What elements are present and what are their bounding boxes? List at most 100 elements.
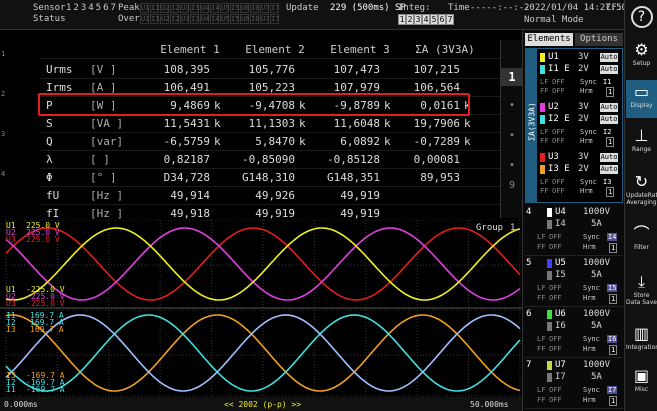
left-tab-item[interactable]: 4: [1, 170, 5, 178]
left-tab-item[interactable]: 2: [1, 90, 5, 98]
sync-source[interactable]: I5: [607, 284, 618, 292]
cell-value: 107,473: [333, 63, 380, 76]
integ-number: 5: [430, 14, 438, 25]
tab-elements[interactable]: Elements: [525, 33, 573, 46]
i-range: 5A: [591, 270, 602, 280]
page-scroll-column[interactable]: 1 • • • 9: [500, 40, 523, 218]
left-tab-item[interactable]: 1: [1, 50, 5, 58]
element-4-settings[interactable]: 4 U4 1000V I4 5A LF OFF FF OFF Sync I4 Hrm 1: [525, 206, 623, 256]
u-color-swatch: [540, 103, 545, 112]
element-group-sigma[interactable]: ΣA(3V3A) U1 3V Auto I1 E 2V Auto LF OFF FF OFF Syn…: [525, 48, 623, 203]
integ-label: Integ:: [398, 3, 431, 13]
lf-value: OFF: [549, 386, 562, 394]
update-rate-button[interactable]: ↻UpdateRate Averaging: [626, 170, 657, 208]
store-label: Store Data Save: [626, 292, 657, 306]
u-scale-value: 225.0 V: [26, 235, 60, 244]
lf-label: LF: [537, 335, 546, 343]
setup-label: Setup: [632, 60, 651, 67]
lf-label: LF: [540, 128, 549, 136]
display-button[interactable]: ▭ Display: [626, 80, 657, 118]
sync-source[interactable]: I6: [607, 335, 618, 343]
i-scale-name: I1: [6, 385, 16, 394]
row-label: S: [46, 117, 53, 130]
hrm-value[interactable]: 1: [606, 87, 615, 97]
peak-indicator: I4: [210, 3, 220, 13]
i-auto-button[interactable]: Auto: [600, 165, 618, 174]
lf-label: LF: [540, 178, 549, 186]
u-label: U4: [555, 207, 566, 217]
cell-value: 89,953: [420, 171, 460, 184]
over-indicator: I6: [250, 14, 260, 24]
page-dot: •: [508, 160, 516, 171]
integ-numbers: 1234567: [398, 14, 454, 25]
hrm-label: Hrm: [580, 137, 593, 145]
hrm-value[interactable]: 1: [606, 187, 615, 197]
element-6-settings[interactable]: 6 U6 1000V I6 5A LF OFF FF OFF Sync I6 Hrm 1: [525, 308, 623, 358]
sync-source[interactable]: I3: [603, 178, 611, 186]
status-label: Status: [33, 14, 66, 24]
u-range: 1000V: [583, 360, 611, 370]
hrm-value[interactable]: 1: [606, 137, 615, 147]
help-button[interactable]: ?: [626, 2, 657, 34]
u-color-swatch: [547, 259, 552, 268]
filter-button[interactable]: ⌒ Filter: [626, 222, 657, 260]
peak-label: Peak: [118, 3, 140, 13]
hrm-value[interactable]: 1: [609, 345, 618, 355]
row-unit: [V ]: [90, 63, 117, 76]
element-1-settings[interactable]: U1 3V Auto I1 E 2V Auto LF OFF FF OFF Sync I1 Hrm 1: [538, 51, 622, 99]
element-number: 7: [526, 360, 532, 370]
peak-indicator: I7: [270, 3, 280, 13]
header-element-1: Element 1: [160, 43, 220, 56]
page-last[interactable]: 9: [501, 180, 523, 191]
element-7-settings[interactable]: 7 U7 1000V I7 5A LF OFF FF OFF Sync I7 Hrm 1: [525, 359, 623, 409]
sync-source[interactable]: I4: [607, 233, 618, 241]
right-soft-menu: ? ⚙Setup ▭Display ⊥Range ↻UpdateRate Averagi…: [624, 0, 657, 411]
hrm-value[interactable]: 1: [609, 396, 618, 406]
tab-options[interactable]: Options: [575, 33, 623, 46]
setup-button[interactable]: ⚙ Setup: [626, 38, 657, 76]
waveform-display: U1 225.0 V U2 225.0 V U3 225.0 V U1 -225.0 V U2-…: [0, 220, 522, 411]
u-label: U7: [555, 360, 566, 370]
peak-indicator: I5: [230, 3, 240, 13]
misc-label: Misc: [634, 386, 649, 393]
sync-source[interactable]: I2: [603, 128, 611, 136]
ff-value: OFF: [552, 87, 565, 95]
sync-source[interactable]: I1: [603, 78, 611, 86]
element-number: 4: [526, 207, 532, 217]
i-color-swatch: [540, 165, 545, 174]
row-unit: [ ]: [90, 153, 110, 166]
cell-value: 11,6048: [333, 117, 380, 130]
numeric-row-φ: Φ [° ] D34,728 G148,310 G148,351 89,953: [40, 168, 500, 187]
page-current[interactable]: 1: [501, 68, 523, 86]
element-3-settings[interactable]: U3 3V Auto I3 E 2V Auto LF OFF FF OFF Sync I3 Hrm 1: [538, 151, 622, 199]
i-auto-button[interactable]: Auto: [600, 65, 618, 74]
peak-indicator: I3: [190, 3, 200, 13]
store-button[interactable]: ⤓ Store Data Save: [626, 270, 657, 308]
misc-button[interactable]: ▣ Misc: [626, 364, 657, 402]
element-2-settings[interactable]: U2 3V Auto I2 E 2V Auto LF OFF FF OFF Sync I2 Hrm 1: [538, 101, 622, 149]
time-end-label: 50.000ms: [470, 400, 509, 409]
u-auto-button[interactable]: Auto: [600, 153, 618, 162]
setup-icon: ⚙: [634, 40, 649, 59]
sync-source[interactable]: I7: [607, 386, 618, 394]
cell-value: 6,0892: [340, 135, 380, 148]
left-tab-item[interactable]: 3: [1, 130, 5, 138]
peak-indicator: U6: [240, 3, 250, 13]
range-button[interactable]: ⊥ Range: [626, 124, 657, 162]
i-range: 5A: [591, 372, 602, 382]
u-auto-button[interactable]: Auto: [600, 103, 618, 112]
filter-icon: ⌒: [633, 224, 650, 243]
cell-value: 49,914: [170, 189, 210, 202]
hrm-value[interactable]: 1: [609, 243, 618, 253]
element-5-settings[interactable]: 5 U5 1000V I5 5A LF OFF FF OFF Sync I5 Hrm 1: [525, 257, 623, 307]
help-icon: ?: [630, 6, 653, 28]
element-number: 6: [526, 309, 532, 319]
hrm-value[interactable]: 1: [609, 294, 618, 304]
integration-button[interactable]: ▥ Integration: [626, 322, 657, 360]
u-color-swatch: [547, 361, 552, 370]
cell-value: 11,5431: [163, 117, 210, 130]
i-auto-button[interactable]: Auto: [600, 115, 618, 124]
sync-label: Sync: [583, 233, 600, 241]
hrm-label: Hrm: [583, 345, 596, 353]
u-auto-button[interactable]: Auto: [600, 53, 618, 62]
